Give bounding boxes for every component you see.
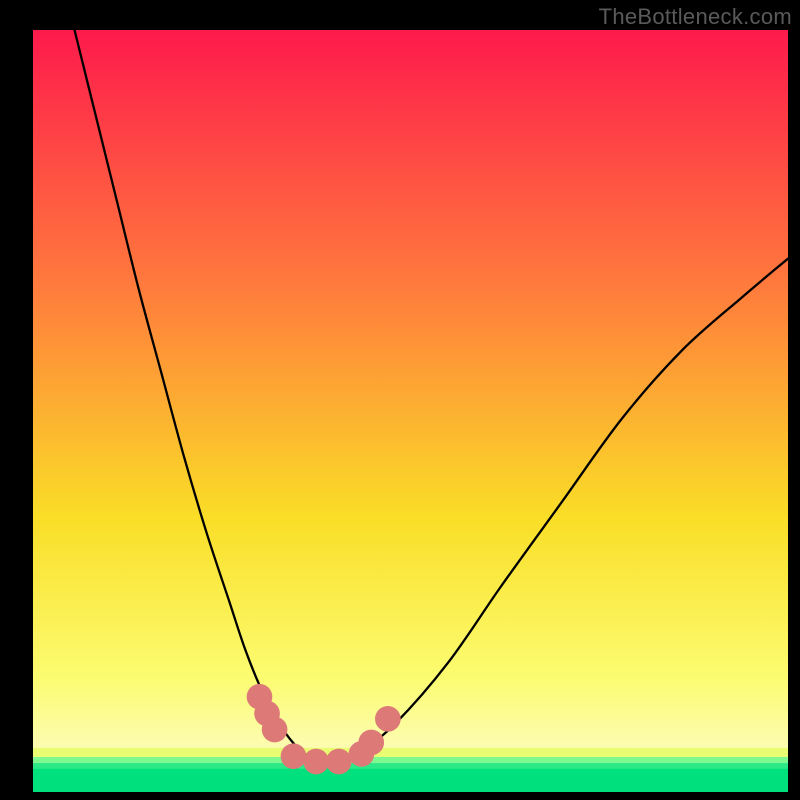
highlight-marker: [303, 749, 329, 775]
green-band: [33, 748, 788, 757]
green-band: [33, 768, 788, 792]
highlight-marker: [375, 706, 401, 732]
plot-svg: [33, 30, 788, 792]
watermark-text: TheBottleneck.com: [599, 4, 792, 30]
highlight-marker: [281, 743, 307, 769]
highlight-marker: [326, 749, 352, 775]
highlight-marker: [358, 730, 384, 756]
highlight-marker: [262, 717, 288, 743]
green-band: [33, 757, 788, 763]
chart-frame: TheBottleneck.com: [0, 0, 800, 800]
green-band: [33, 763, 788, 768]
gradient-background: [33, 30, 788, 792]
plot-area: [33, 30, 788, 792]
green-band-group: [33, 748, 788, 792]
